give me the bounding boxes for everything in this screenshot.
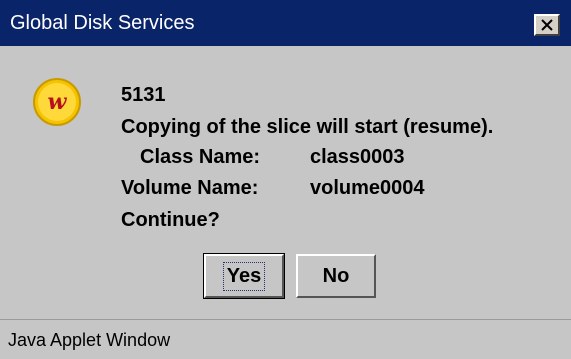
volume-name-label: Volume Name: [121,177,259,199]
dialog-window: Global Disk Services w 5131 Copying of t… [0,0,571,359]
close-button[interactable] [534,14,560,36]
status-bar: Java Applet Window [0,319,571,359]
no-button-label: No [322,264,350,287]
status-text: Java Applet Window [8,330,171,350]
no-button[interactable]: No [296,254,376,298]
message-code: 5131 [121,84,166,106]
window-title: Global Disk Services [10,12,195,34]
svg-text:w: w [48,89,68,115]
yes-button-label: Yes [222,261,266,291]
class-name-value: class0003 [310,146,405,168]
title-bar[interactable]: Global Disk Services [0,0,571,46]
close-icon [541,19,553,31]
class-name-label: Class Name: [140,146,261,168]
yes-button[interactable]: Yes [203,253,285,299]
w-logo-icon: w [33,78,81,126]
continue-prompt: Continue? [121,209,220,231]
message-text: Copying of the slice will start (resume)… [121,116,494,138]
volume-name-value: volume0004 [310,177,425,199]
